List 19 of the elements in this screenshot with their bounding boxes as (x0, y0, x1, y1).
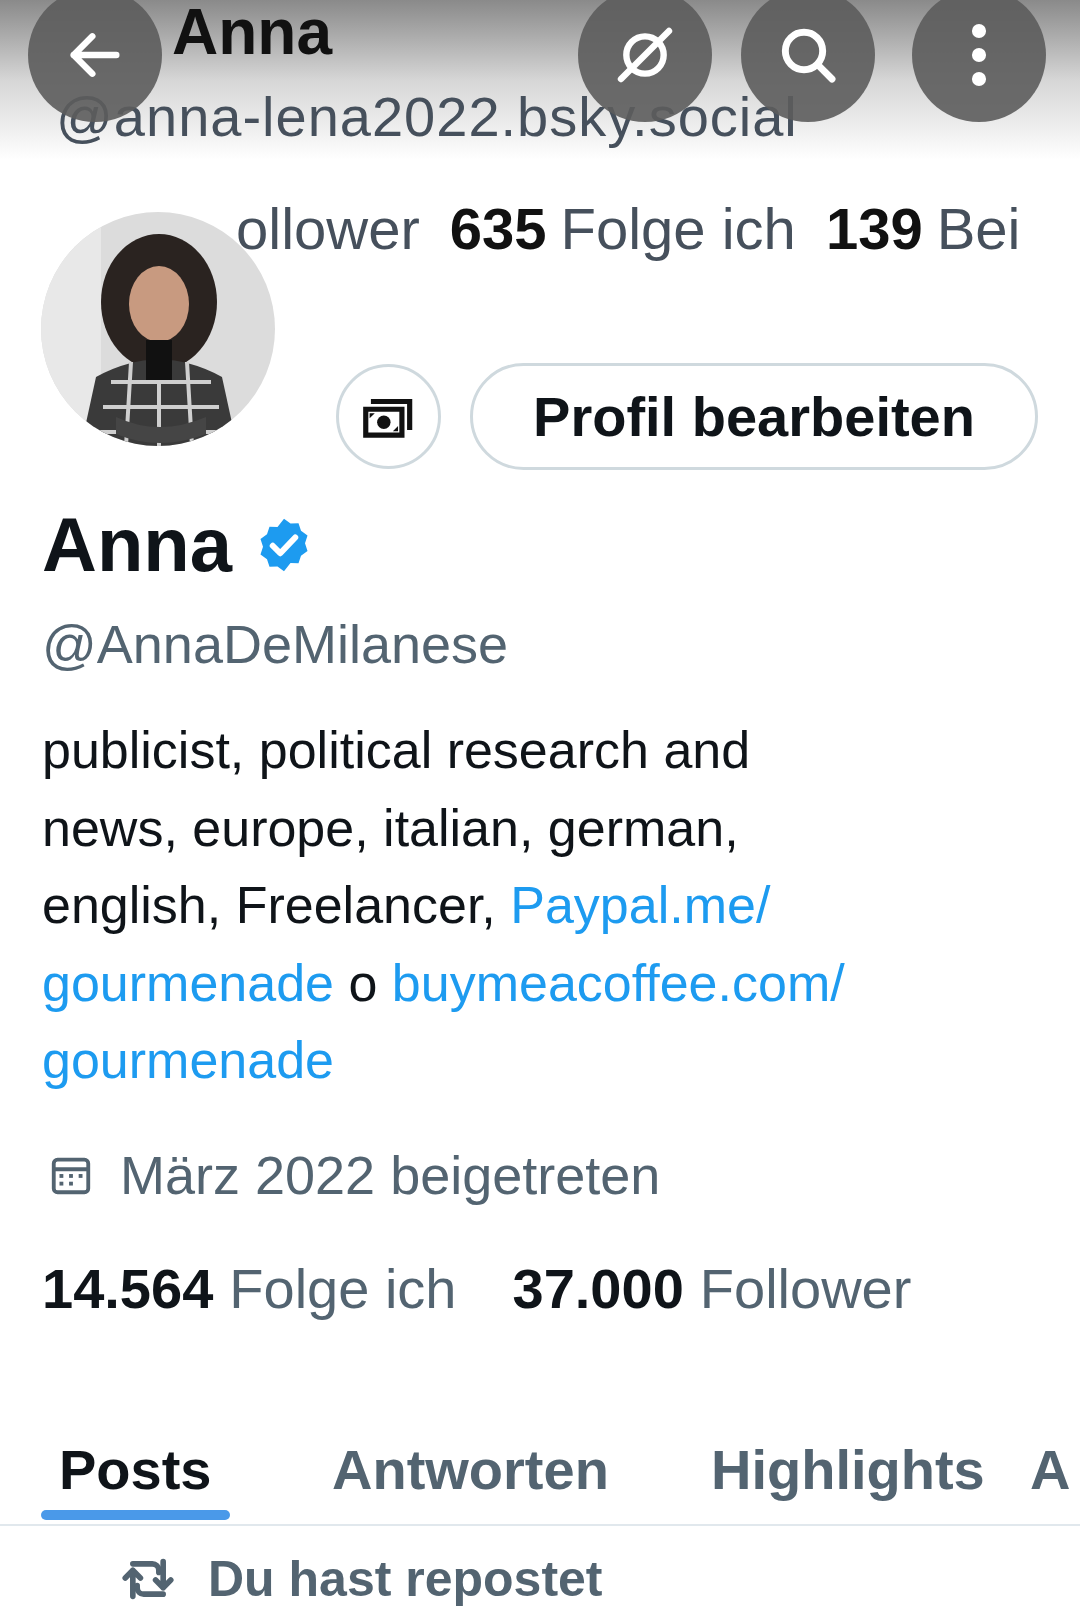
bio-text: publicist, political research and news, europe, italian, german, english, Freelancer, Paypal.me/ gourmenade o buymeacoffee.com/ gourmenade (42, 720, 845, 1091)
stat-label: Folge ich (560, 195, 796, 263)
stat-count: 139 (825, 195, 923, 263)
tab[interactable]: Antworten (314, 1412, 627, 1524)
tab[interactable]: A (1030, 1412, 1071, 1524)
follow-stat-link[interactable]: 14.564 Folge ich (42, 1256, 457, 1322)
header-title: Anna (172, 0, 332, 64)
stat-label: ollower (236, 195, 420, 263)
tab[interactable]: Posts (41, 1412, 230, 1524)
stat-label: Bei (936, 195, 1021, 263)
edit-profile-button[interactable]: Profil bearbeiten (470, 363, 1038, 470)
tab[interactable]: Highlights (693, 1412, 1003, 1524)
follow-stat-link[interactable]: 37.000 Follower (512, 1256, 912, 1322)
join-date: März 2022 beigetreten (120, 1144, 661, 1207)
profile-name: Anna (42, 501, 232, 589)
repost-note: Du hast repostet (208, 1550, 603, 1608)
stat-count: 635 (449, 195, 547, 263)
more-icon (971, 23, 987, 87)
profile-handle: @AnnaDeMilanese (42, 613, 509, 676)
